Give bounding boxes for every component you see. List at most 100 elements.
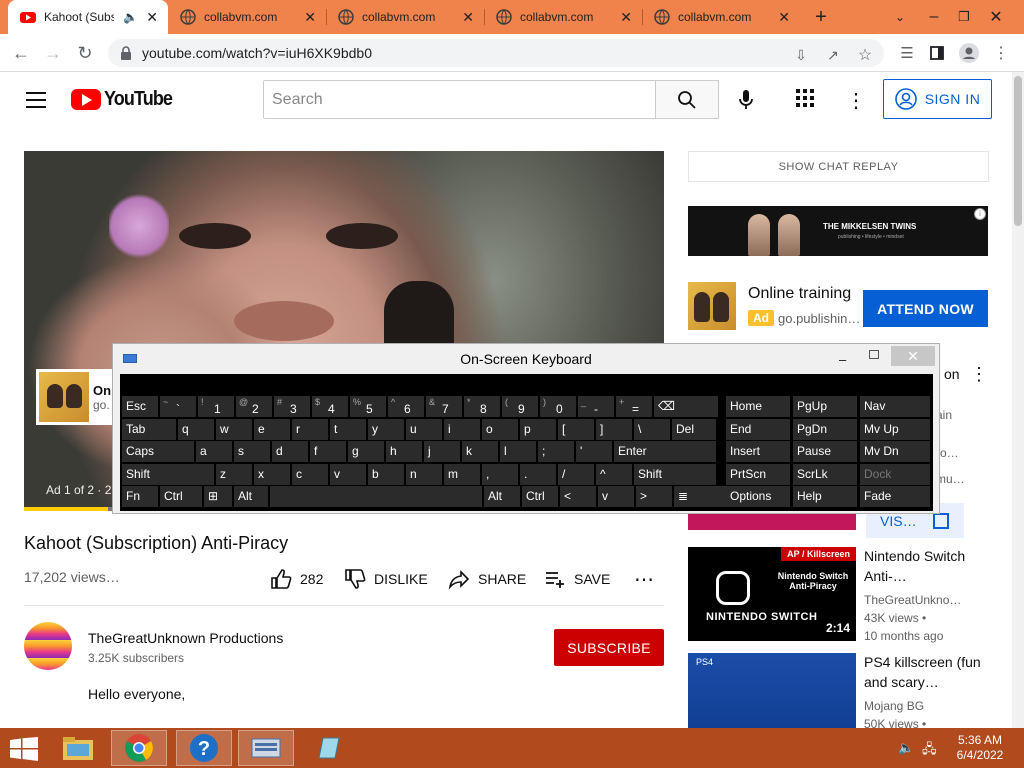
osk-key[interactable]: ^ 6 [388, 396, 424, 417]
tab-youtube[interactable]: Kahoot (Subs 🔈 ✕ [8, 0, 168, 34]
new-tab-button[interactable]: + [808, 0, 834, 34]
osk-key[interactable]: ⊞ [204, 486, 232, 507]
osk-key[interactable]: #3 [274, 396, 310, 417]
osk-key[interactable]: ' [576, 441, 612, 462]
apps-grid-icon[interactable] [796, 89, 818, 111]
osk-key[interactable]: z [216, 464, 252, 485]
search-button[interactable] [655, 80, 719, 119]
osk-key[interactable]: (9 [502, 396, 538, 417]
close-icon[interactable]: ✕ [146, 9, 158, 26]
osk-key[interactable]: v [330, 464, 366, 485]
close-icon[interactable]: ✕ [778, 9, 790, 26]
scrollbar-thumb[interactable] [1014, 76, 1022, 226]
forward-button[interactable]: → [40, 41, 66, 65]
osk-nav-key[interactable]: PrtScn [726, 464, 790, 485]
tab-collabvm-3[interactable]: collabvm.com ✕ [484, 0, 642, 34]
osk-key[interactable]: ] [596, 419, 632, 440]
help-taskbar-icon[interactable]: ? [176, 730, 232, 766]
osk-nav-key[interactable]: Dock [860, 464, 930, 485]
windows-start-button[interactable] [10, 737, 38, 761]
speaker-icon[interactable]: 🔈 [123, 10, 138, 24]
osk-key[interactable]: ! 1 [198, 396, 234, 417]
osk-key[interactable]: < [560, 486, 596, 507]
ad-menu-icon[interactable]: ⋮ [970, 364, 988, 385]
attend-now-button[interactable]: ATTEND NOW [863, 290, 988, 327]
recommendation-title[interactable]: Nintendo Switch Anti-… [864, 546, 984, 586]
close-icon[interactable]: ✕ [462, 9, 474, 26]
osk-minimize-button[interactable]: – [839, 352, 846, 367]
osk-key[interactable]: j [424, 441, 460, 462]
hamburger-menu-icon[interactable] [26, 92, 46, 108]
osk-nav-key[interactable]: ScrLk [793, 464, 857, 485]
close-window-button[interactable]: ✕ [982, 0, 1010, 34]
osk-key[interactable]: v [598, 486, 634, 507]
osk-nav-key[interactable]: Mv Dn [860, 441, 930, 462]
osk-key[interactable]: f [310, 441, 346, 462]
tab-search-button[interactable]: ⌄ [888, 0, 912, 34]
osk-key[interactable]: ⌫ [654, 396, 718, 417]
osk-key[interactable]: o [482, 419, 518, 440]
osk-titlebar[interactable]: On-Screen Keyboard – ✕ [113, 344, 939, 374]
recommendation-title[interactable]: PS4 killscreen (fun and scary… [864, 652, 984, 692]
channel-avatar[interactable] [24, 622, 72, 670]
osk-key[interactable]: e [254, 419, 290, 440]
page-scrollbar[interactable] [1012, 72, 1024, 728]
osk-key[interactable]: Alt [484, 486, 520, 507]
recommendation-thumbnail[interactable]: AP / Killscreen NINTENDO SWITCH Nintendo… [688, 547, 856, 641]
osk-nav-key[interactable]: Mv Up [860, 419, 930, 440]
chrome-taskbar-icon[interactable] [111, 730, 167, 766]
osk-key[interactable]: i [444, 419, 480, 440]
osk-key[interactable]: Fn [122, 486, 158, 507]
osk-key[interactable]: , [482, 464, 518, 485]
channel-name[interactable]: TheGreatUnknown Productions [88, 630, 283, 646]
osk-key[interactable]: Enter [614, 441, 716, 462]
osk-nav-key[interactable]: Insert [726, 441, 790, 462]
like-button[interactable]: 282 [270, 566, 323, 592]
back-button[interactable]: ← [8, 41, 34, 65]
file-explorer-icon[interactable] [50, 730, 106, 766]
save-button[interactable]: SAVE [544, 566, 610, 592]
osk-key[interactable]: & 7 [426, 396, 462, 417]
osk-key[interactable]: ) 0 [540, 396, 576, 417]
osk-key[interactable]: / [558, 464, 594, 485]
close-icon[interactable]: ✕ [304, 9, 316, 26]
osk-key[interactable]: @2 [236, 396, 272, 417]
osk-key[interactable]: Ctrl [160, 486, 202, 507]
osk-key[interactable]: > [636, 486, 672, 507]
osk-taskbar-icon[interactable] [238, 730, 294, 766]
close-icon[interactable]: ✕ [620, 9, 632, 26]
view-count[interactable]: 17,202 views… [24, 569, 120, 585]
dislike-button[interactable]: DISLIKE [344, 566, 428, 592]
osk-key[interactable]: k [462, 441, 498, 462]
osk-key[interactable]: w [216, 419, 252, 440]
ad-info-icon[interactable]: i [974, 208, 986, 220]
osk-key[interactable]: n [406, 464, 442, 485]
osk-nav-key[interactable]: Options [726, 486, 790, 507]
osk-key[interactable]: * 8 [464, 396, 500, 417]
osk-key[interactable]: Esc [122, 396, 158, 417]
youtube-logo[interactable]: YouTube [71, 88, 180, 111]
osk-nav-key[interactable]: Pause [793, 441, 857, 462]
osk-key[interactable]: Caps [122, 441, 194, 462]
osk-nav-key[interactable]: Home [726, 396, 790, 417]
profile-icon[interactable] [956, 41, 982, 65]
osk-key[interactable]: y [368, 419, 404, 440]
search-input[interactable]: Search [263, 80, 656, 119]
osk-nav-key[interactable]: Nav [860, 396, 930, 417]
subscribe-button[interactable]: SUBSCRIBE [554, 629, 664, 666]
osk-nav-key[interactable]: End [726, 419, 790, 440]
osk-key[interactable]: + = [616, 396, 652, 417]
more-actions-icon[interactable]: ⋯ [634, 566, 654, 592]
osk-key[interactable]: l [500, 441, 536, 462]
reload-button[interactable]: ↻ [72, 41, 98, 65]
notepad-taskbar-icon[interactable] [300, 730, 356, 766]
osk-key[interactable]: ^ [596, 464, 632, 485]
tab-collabvm-4[interactable]: collabvm.com ✕ [642, 0, 800, 34]
osk-nav-key[interactable]: Help [793, 486, 857, 507]
osk-key[interactable]: Shift [634, 464, 716, 485]
osk-key[interactable]: [ [558, 419, 594, 440]
network-icon[interactable]: 🖧 [922, 740, 937, 762]
sign-in-button[interactable]: SIGN IN [883, 79, 992, 119]
osk-key[interactable]: q [178, 419, 214, 440]
osk-key[interactable]: m [444, 464, 480, 485]
